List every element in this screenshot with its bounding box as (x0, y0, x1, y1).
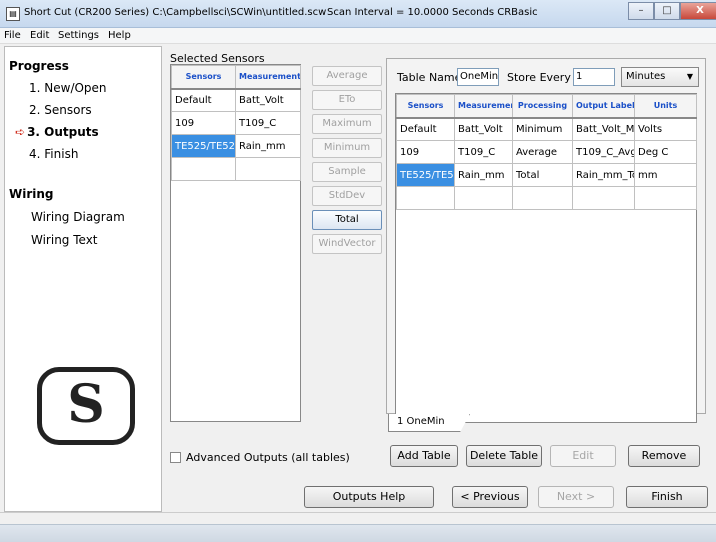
empty-cell[interactable] (512, 186, 573, 210)
sample-button[interactable]: Sample (312, 162, 382, 182)
step-finish[interactable]: 4. Finish (29, 147, 78, 161)
title-bar: ▤ Short Cut (CR200 Series) C:\Campbellsc… (0, 0, 716, 28)
remove-button[interactable]: Remove (628, 445, 700, 467)
measurement-cell[interactable]: Batt_Volt (454, 117, 513, 141)
step-new-open[interactable]: 1. New/Open (29, 81, 107, 95)
interval-unit-value: Minutes (626, 71, 666, 82)
column-header-sensors[interactable]: Sensors (396, 94, 455, 119)
sensor-cell[interactable]: Default (171, 88, 236, 112)
total-button[interactable]: Total (312, 210, 382, 230)
close-button[interactable]: X (680, 2, 716, 20)
window-title: Short Cut (CR200 Series) C:\Campbellsci\… (24, 7, 327, 18)
sensor-cell-selected[interactable]: TE525/TE525 (171, 134, 236, 158)
column-header-output-label[interactable]: Output Label (572, 94, 635, 119)
selected-sensors-grid: Sensors Measurements Default Batt_Volt 1… (170, 64, 301, 422)
empty-cell[interactable] (572, 186, 635, 210)
menu-bar: File Edit Settings Help (0, 28, 716, 44)
finish-button[interactable]: Finish (626, 486, 708, 508)
next-button[interactable]: Next > (538, 486, 614, 508)
stddev-button[interactable]: StdDev (312, 186, 382, 206)
divider (0, 512, 716, 513)
sensor-cell[interactable]: 109 (171, 111, 236, 135)
wiring-heading: Wiring (9, 187, 54, 201)
step-sensors[interactable]: 2. Sensors (29, 103, 92, 117)
table-row[interactable]: 109 T109_C Average T109_C_Avg Deg C (396, 140, 697, 164)
scan-interval-text: Scan Interval = 10.0000 Seconds CRBasic (327, 7, 538, 18)
step-outputs[interactable]: ➪ 3. Outputs (15, 125, 99, 139)
measurement-cell[interactable]: Batt_Volt (235, 88, 301, 112)
measurement-cell[interactable]: T109_C (454, 140, 513, 164)
output-label-cell[interactable]: Batt_Volt_Min (572, 117, 635, 141)
edit-button[interactable]: Edit (550, 445, 616, 467)
measurement-cell[interactable]: T109_C (235, 111, 301, 135)
measurement-cell[interactable]: Rain_mm (235, 134, 301, 158)
campbell-scientific-logo: S (37, 367, 135, 445)
previous-button[interactable]: < Previous (452, 486, 528, 508)
column-header-units[interactable]: Units (634, 94, 697, 119)
minimum-button[interactable]: Minimum (312, 138, 382, 158)
tab-onemin[interactable]: 1 OneMin (388, 414, 470, 432)
store-every-field[interactable]: 1 (573, 68, 615, 86)
menu-help[interactable]: Help (108, 30, 131, 41)
processing-cell[interactable]: Minimum (512, 117, 573, 141)
table-row[interactable]: Default Batt_Volt (171, 88, 301, 112)
measurement-cell[interactable]: Rain_mm (454, 163, 513, 187)
table-name-label: Table Name (397, 71, 462, 84)
empty-cell[interactable] (235, 157, 301, 181)
units-cell[interactable]: Deg C (634, 140, 697, 164)
outputs-panel: Selected Sensors Sensors Measurements De… (164, 46, 712, 490)
step-outputs-label: 3. Outputs (27, 125, 99, 139)
sensor-cell[interactable]: 109 (396, 140, 455, 164)
table-row[interactable]: 109 T109_C (171, 111, 301, 135)
current-step-arrow-icon: ➪ (15, 125, 26, 139)
empty-cell[interactable] (171, 157, 236, 181)
minimize-button[interactable]: – (628, 2, 654, 20)
processing-cell[interactable]: Total (512, 163, 573, 187)
wiring-diagram-link[interactable]: Wiring Diagram (31, 210, 125, 224)
menu-settings[interactable]: Settings (58, 30, 99, 41)
progress-sidebar: Progress 1. New/Open 2. Sensors ➪ 3. Outp… (4, 46, 162, 512)
maximum-button[interactable]: Maximum (312, 114, 382, 134)
empty-cell[interactable] (454, 186, 513, 210)
advanced-outputs-checkbox[interactable] (170, 452, 181, 463)
table-row[interactable]: Default Batt_Volt Minimum Batt_Volt_Min … (396, 117, 697, 141)
windvector-button[interactable]: WindVector (312, 234, 382, 254)
sensor-cell[interactable]: Default (396, 117, 455, 141)
column-header-measurements[interactable]: Measurements (235, 65, 301, 90)
units-cell[interactable]: mm (634, 163, 697, 187)
app-icon: ▤ (6, 7, 20, 21)
store-every-label: Store Every (507, 71, 571, 84)
output-label-cell[interactable]: T109_C_Avg (572, 140, 635, 164)
progress-heading: Progress (9, 59, 69, 73)
table-name-field[interactable]: OneMin (457, 68, 499, 86)
table-row[interactable]: TE525/TE525 Rain_mm (171, 134, 301, 158)
output-table-grid: Sensors Measurement Processing Output La… (395, 93, 697, 423)
output-table-panel: Table Name OneMin Store Every 1 Minutes … (386, 58, 706, 423)
maximize-button[interactable]: □ (654, 2, 680, 20)
interval-unit-dropdown[interactable]: Minutes ▼ (621, 67, 699, 87)
advanced-outputs-label: Advanced Outputs (all tables) (186, 451, 350, 464)
add-table-button[interactable]: Add Table (390, 445, 458, 467)
empty-cell[interactable] (634, 186, 697, 210)
processing-cell[interactable]: Average (512, 140, 573, 164)
outputs-help-button[interactable]: Outputs Help (304, 486, 434, 508)
delete-table-button[interactable]: Delete Table (466, 445, 542, 467)
eto-button[interactable]: ETo (312, 90, 382, 110)
units-cell[interactable]: Volts (634, 117, 697, 141)
average-button[interactable]: Average (312, 66, 382, 86)
output-label-cell[interactable]: Rain_mm_Tot (572, 163, 635, 187)
column-header-measurement[interactable]: Measurement (454, 94, 513, 119)
table-row[interactable] (396, 186, 697, 210)
chevron-down-icon: ▼ (686, 72, 693, 81)
status-bar (0, 524, 716, 542)
wiring-text-link[interactable]: Wiring Text (31, 233, 98, 247)
empty-cell[interactable] (396, 186, 455, 210)
table-row[interactable] (171, 157, 301, 181)
column-header-sensors[interactable]: Sensors (171, 65, 236, 90)
menu-edit[interactable]: Edit (30, 30, 49, 41)
column-header-processing[interactable]: Processing (512, 94, 573, 119)
table-row[interactable]: TE525/TE525 Rain_mm Total Rain_mm_Tot mm (396, 163, 697, 187)
sensor-cell-selected[interactable]: TE525/TE525 (396, 163, 455, 187)
menu-file[interactable]: File (4, 30, 21, 41)
